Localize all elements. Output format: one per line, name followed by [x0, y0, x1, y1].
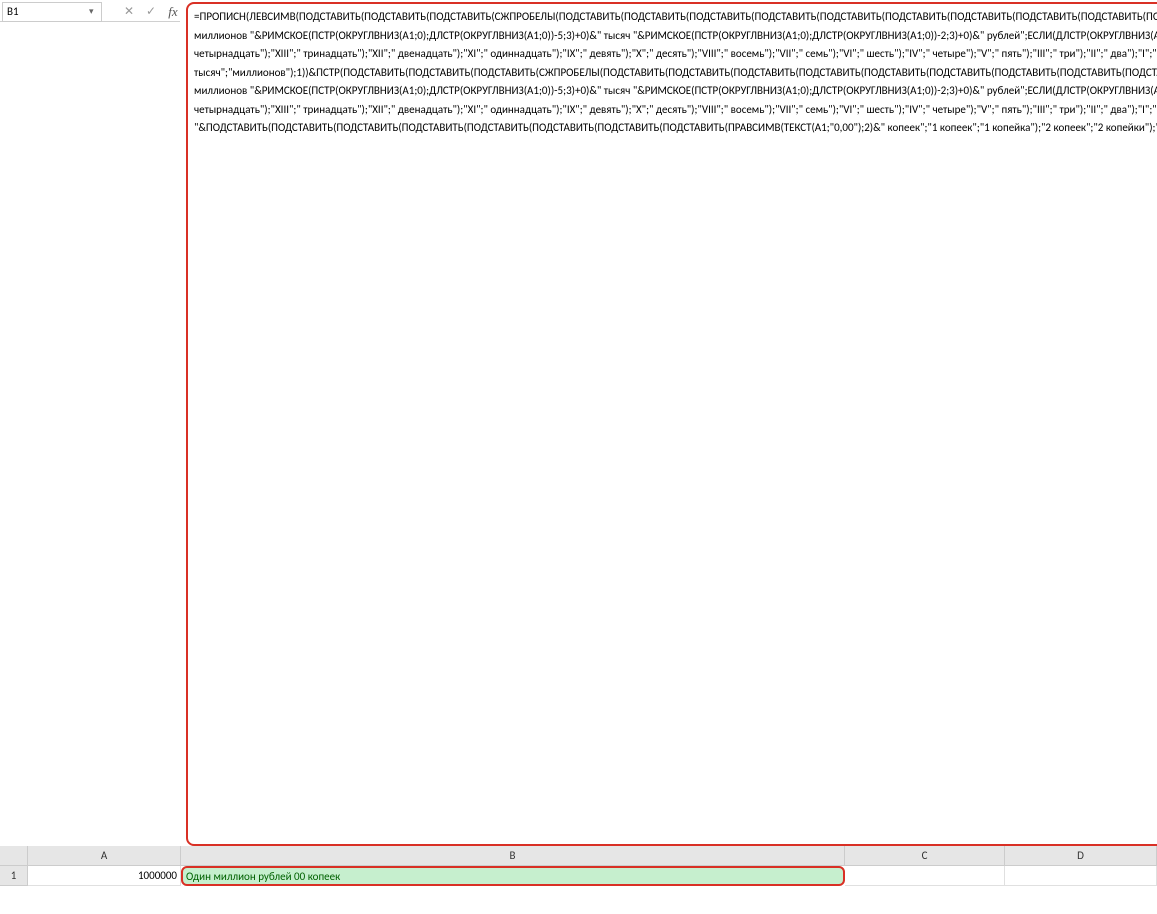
- name-box-value: B1: [7, 5, 89, 18]
- cancel-icon[interactable]: ✕: [122, 5, 136, 19]
- cell-d1[interactable]: [1005, 866, 1157, 886]
- row-header-1[interactable]: 1: [0, 866, 28, 886]
- row-1: 1 1000000 Один миллион рублей 00 копеек: [0, 866, 1157, 886]
- cell-a1[interactable]: 1000000: [28, 866, 181, 886]
- select-all-corner[interactable]: [0, 846, 28, 866]
- confirm-icon[interactable]: ✓: [144, 5, 158, 19]
- chevron-down-icon[interactable]: ▾: [89, 8, 97, 16]
- cell-c1[interactable]: [845, 866, 1005, 886]
- fx-icon[interactable]: fx: [166, 5, 180, 19]
- col-header-b[interactable]: B: [181, 846, 845, 866]
- col-header-c[interactable]: C: [845, 846, 1005, 866]
- column-headers-row: A B C D: [0, 846, 1157, 866]
- cell-b1[interactable]: Один миллион рублей 00 копеек: [181, 866, 845, 886]
- col-header-d[interactable]: D: [1005, 846, 1157, 866]
- spreadsheet-grid: A B C D 1 1000000 Один миллион рублей 00…: [0, 846, 1157, 886]
- col-header-a[interactable]: A: [28, 846, 181, 866]
- formula-bar-input[interactable]: =ПРОПИСН(ЛЕВСИМВ(ПОДСТАВИТЬ(ПОДСТАВИТЬ(П…: [186, 2, 1157, 846]
- formula-bar-row: B1 ▾ ✕ ✓ fx =ПРОПИСН(ЛЕВСИМВ(ПОДСТАВИТЬ(…: [0, 0, 1157, 846]
- name-box[interactable]: B1 ▾: [2, 2, 102, 22]
